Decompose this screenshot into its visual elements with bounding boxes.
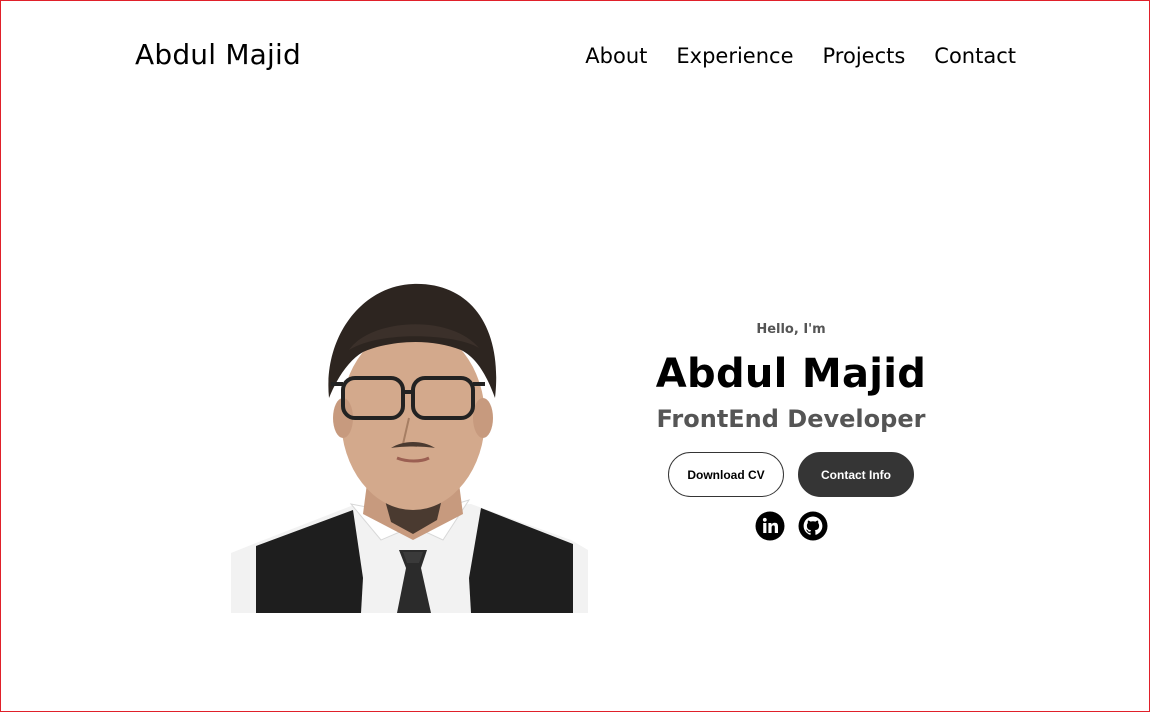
nav-link-experience[interactable]: Experience [676,44,793,68]
site-logo[interactable]: Abdul Majid [135,38,301,71]
contact-info-button[interactable]: Contact Info [798,452,914,497]
profile-picture [231,283,588,613]
github-icon[interactable] [798,511,828,541]
hero-title: FrontEnd Developer [656,405,926,433]
hero-buttons: Download CV Contact Info [640,452,942,497]
social-links [640,511,942,541]
nav-link-about[interactable]: About [585,44,647,68]
hero-name: Abdul Majid [655,351,927,397]
greeting-text: Hello, I'm [756,322,826,337]
hero-text-section: Hello, I'm Abdul Majid FrontEnd Develope… [640,318,942,541]
nav-link-contact[interactable]: Contact [934,44,1016,68]
nav-link-projects[interactable]: Projects [823,44,906,68]
main-nav: About Experience Projects Contact [585,44,1016,68]
download-cv-button[interactable]: Download CV [668,452,784,497]
linkedin-icon[interactable] [755,511,785,541]
